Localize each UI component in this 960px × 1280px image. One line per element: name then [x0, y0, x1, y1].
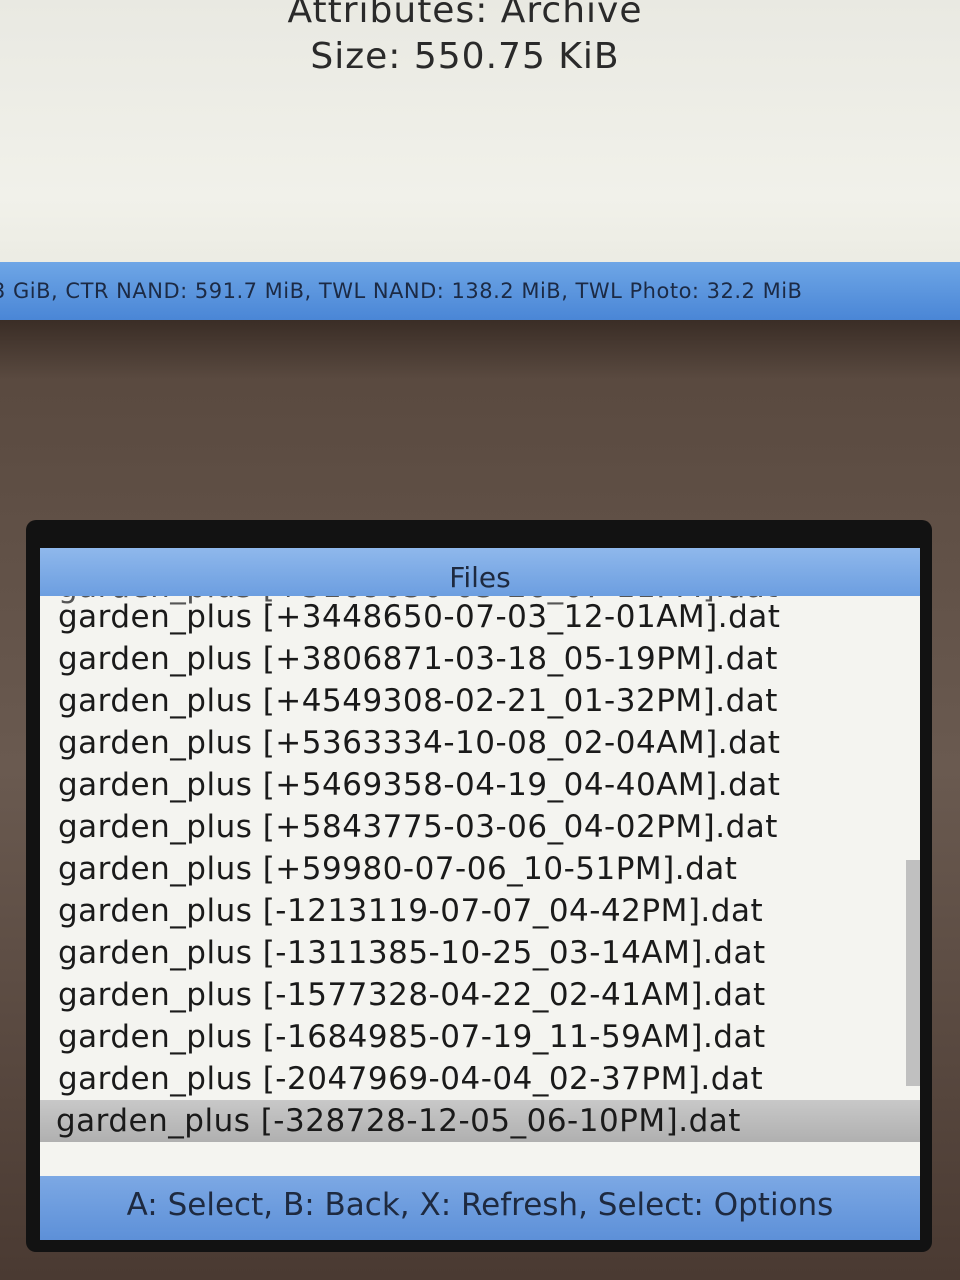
file-row[interactable]: garden_plus [+4549308-02-21_01-32PM].dat: [58, 680, 778, 722]
file-row[interactable]: garden_plus [+5469358-04-19_04-40AM].dat: [58, 764, 780, 806]
file-row[interactable]: garden_plus [-1684985-07-19_11-59AM].dat: [58, 1016, 766, 1058]
hinge-bezel: [0, 320, 960, 380]
file-row[interactable]: garden_plus [-2047969-04-04_02-37PM].dat: [58, 1058, 763, 1100]
file-row[interactable]: garden_plus [-1577328-04-22_02-41AM].dat: [58, 974, 766, 1016]
top-screen: Attributes: Archive Size: 550.75 KiB 3 G…: [0, 0, 960, 330]
file-row[interactable]: garden_plus [+3448650-07-03_12-01AM].dat: [58, 596, 780, 638]
file-row-selected[interactable]: garden_plus [-328728-12-05_06-10PM].dat: [40, 1100, 920, 1142]
file-row[interactable]: garden_plus [+5363334-10-08_02-04AM].dat: [58, 722, 780, 764]
storage-status-text: 3 GiB, CTR NAND: 591.7 MiB, TWL NAND: 13…: [0, 279, 803, 303]
file-row[interactable]: garden_plus [-1213119-07-07_04-42PM].dat: [58, 890, 763, 932]
controls-help-bar: A: Select, B: Back, X: Refresh, Select: …: [40, 1176, 920, 1240]
file-row[interactable]: garden_plus [+3806871-03-18_05-19PM].dat: [58, 638, 778, 680]
file-browser-title-bar: Files: [40, 548, 920, 596]
file-info-panel: Attributes: Archive Size: 550.75 KiB: [0, 0, 930, 80]
file-row[interactable]: garden_plus [+59980-07-06_10-51PM].dat: [58, 848, 737, 890]
device-frame: Attributes: Archive Size: 550.75 KiB 3 G…: [0, 0, 960, 1280]
file-row[interactable]: garden_plus [-1311385-10-25_03-14AM].dat: [58, 932, 766, 974]
file-row[interactable]: garden_plus [+5843775-03-06_04-02PM].dat: [58, 806, 778, 848]
storage-status-bar: 3 GiB, CTR NAND: 591.7 MiB, TWL NAND: 13…: [0, 262, 960, 320]
file-browser-title: Files: [449, 561, 511, 594]
controls-help-text: A: Select, B: Back, X: Refresh, Select: …: [126, 1187, 834, 1223]
attributes-text: Attributes: Archive: [287, 0, 643, 31]
bottom-screen: Files garden_plus [+3109050-05-26_07-11P…: [40, 548, 920, 1240]
scrollbar-thumb[interactable]: [906, 860, 920, 1086]
size-text: Size: 550.75 KiB: [310, 36, 620, 77]
file-list[interactable]: garden_plus [+3109050-05-26_07-11PM].dat…: [40, 596, 920, 1176]
